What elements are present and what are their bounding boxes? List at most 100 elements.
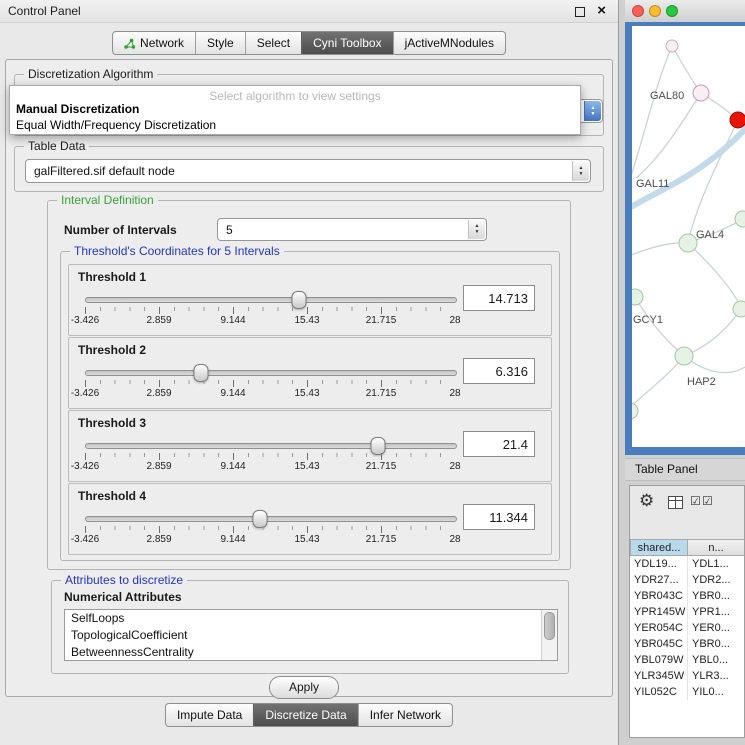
scrollbar-thumb[interactable] (544, 612, 555, 640)
tick-label: 28 (449, 461, 460, 472)
combo-stepper-icon[interactable]: ▲▼ (584, 101, 601, 121)
close-icon[interactable]: × (597, 2, 606, 19)
cell[interactable]: YDL19... (630, 556, 688, 572)
list-item[interactable]: SelfLoops (65, 610, 557, 627)
thresholds-group-title: Threshold's Coordinates for 5 Intervals (70, 244, 284, 258)
node-gal4[interactable] (679, 234, 697, 252)
cell[interactable]: YBL079W (630, 652, 688, 668)
minimize-traffic-light[interactable] (649, 5, 661, 17)
threshold-value-field[interactable]: 14.713 (463, 285, 535, 311)
combo-stepper-icon[interactable]: ▲▼ (468, 220, 485, 239)
table-row[interactable]: YBR045C YBR0... (630, 636, 744, 652)
tick-label: 2.859 (146, 461, 171, 472)
cell[interactable]: YLR3... (688, 668, 744, 684)
slider-track[interactable] (85, 297, 457, 303)
column-header-name[interactable]: n... (688, 539, 744, 556)
network-view-window: GAL80 GAL11 GAL4 GCY1 HAP2 (625, 0, 745, 455)
tab-discretize-data[interactable]: Discretize Data (253, 704, 357, 726)
checkbox-icon[interactable]: ☑ (702, 494, 713, 508)
tab-style[interactable]: Style (195, 32, 245, 54)
table-panel-header[interactable]: Table Panel (625, 458, 745, 481)
tab-select[interactable]: Select (245, 32, 301, 54)
tab-impute-data[interactable]: Impute Data (166, 704, 253, 726)
table-row[interactable]: YDL19... YDL1... (630, 556, 744, 572)
float-window-icon[interactable] (575, 7, 585, 17)
vertical-scrollbar[interactable] (541, 610, 557, 660)
table-row[interactable]: YLR345W YLR3... (630, 668, 744, 684)
node[interactable] (735, 211, 745, 227)
table-data-combobox[interactable]: galFiltered.sif default node ▲▼ (25, 159, 591, 183)
zoom-traffic-light[interactable] (666, 5, 678, 17)
column-browser-icon[interactable] (668, 496, 683, 509)
threshold-slider[interactable]: -3.426 2.859 9.144 15.43 21.715 28 (85, 297, 455, 325)
cell[interactable]: YBR043C (630, 588, 688, 604)
tick-label: -3.426 (71, 461, 99, 472)
tab-jactivemnodules[interactable]: jActiveMNodules (393, 32, 505, 54)
node-selected-red[interactable] (730, 112, 745, 128)
node-label: GAL80 (650, 90, 684, 102)
tick-label: 21.715 (366, 461, 397, 472)
tab-network[interactable]: Network (113, 32, 195, 54)
column-header-shared-name[interactable]: shared... (630, 539, 688, 556)
tick-label: -3.426 (71, 388, 99, 399)
number-of-intervals-combobox[interactable]: 5 ▲▼ (217, 218, 487, 241)
list-item[interactable]: TopologicalCoefficient (65, 627, 557, 644)
cell[interactable]: YLR345W (630, 668, 688, 684)
cell[interactable]: YER0... (688, 620, 744, 636)
cell[interactable]: YER054C (630, 620, 688, 636)
tick-label: -3.426 (71, 315, 99, 326)
table-row[interactable]: YBR043C YBR0... (630, 588, 744, 604)
threshold-slider[interactable]: -3.426 2.859 9.144 15.43 21.715 28 (85, 443, 455, 471)
apply-button[interactable]: Apply (269, 676, 339, 699)
numerical-attributes-list[interactable]: SelfLoops TopologicalCoefficient Between… (64, 609, 558, 661)
checkbox-icon[interactable]: ☑ (690, 494, 701, 508)
cell[interactable]: YDL1... (688, 556, 744, 572)
desktop: Control Panel × Network Style Select (0, 0, 745, 745)
threshold-value-field[interactable]: 11.344 (463, 504, 535, 530)
slider-ticks (85, 526, 455, 533)
tab-infer-network[interactable]: Infer Network (358, 704, 452, 726)
cell[interactable]: YBR0... (688, 636, 744, 652)
tab-cyni-toolbox[interactable]: Cyni Toolbox (301, 32, 392, 54)
slider-track[interactable] (85, 443, 457, 449)
close-traffic-light[interactable] (632, 5, 644, 17)
slider-track[interactable] (85, 516, 457, 522)
node-gcy1[interactable] (632, 289, 643, 305)
cell[interactable]: YBL0... (688, 652, 744, 668)
cell[interactable]: YPR145W (630, 604, 688, 620)
control-panel-titlebar[interactable]: Control Panel × (0, 0, 618, 23)
node-hap2[interactable] (675, 347, 693, 365)
cell[interactable]: YBR0... (688, 588, 744, 604)
dropdown-option-manual-discretization[interactable]: Manual Discretization (16, 102, 139, 116)
threshold-slider[interactable]: -3.426 2.859 9.144 15.43 21.715 28 (85, 516, 455, 544)
table-row[interactable]: YER054C YER0... (630, 620, 744, 636)
gear-icon[interactable]: ⚙ (639, 491, 654, 511)
table-row[interactable]: YIL052C YIL0... (630, 684, 744, 700)
threshold-value-field[interactable]: 21.4 (463, 431, 535, 457)
table-row[interactable]: YBL079W YBL0... (630, 652, 744, 668)
threshold-value-field[interactable]: 6.316 (463, 358, 535, 384)
cell[interactable]: YIL0... (688, 684, 744, 700)
network-canvas[interactable]: GAL80 GAL11 GAL4 GCY1 HAP2 (632, 26, 745, 447)
node[interactable] (632, 403, 638, 419)
cell[interactable]: YDR2... (688, 572, 744, 588)
node[interactable] (733, 301, 745, 317)
dropdown-option-equal-width-frequency[interactable]: Equal Width/Frequency Discretization (16, 118, 216, 132)
table-row[interactable]: YPR145W YPR1... (630, 604, 744, 620)
table-row[interactable]: YDR27... YDR2... (630, 572, 744, 588)
cell[interactable]: YBR045C (630, 636, 688, 652)
list-item[interactable]: BetweennessCentrality (65, 644, 557, 661)
node-gal80[interactable] (693, 85, 709, 101)
network-window-titlebar[interactable] (625, 0, 745, 23)
node-label: GCY1 (633, 314, 663, 326)
slider-ticks (85, 453, 455, 460)
threshold-slider[interactable]: -3.426 2.859 9.144 15.43 21.715 28 (85, 370, 455, 398)
cell[interactable]: YPR1... (688, 604, 744, 620)
cell[interactable]: YIL052C (630, 684, 688, 700)
node[interactable] (666, 40, 678, 52)
tick-label: 28 (449, 388, 460, 399)
slider-track[interactable] (85, 370, 457, 376)
cell[interactable]: YDR27... (630, 572, 688, 588)
combo-stepper-icon[interactable]: ▲▼ (572, 161, 589, 181)
cyni-toolbox-panel: Discretization Algorithm ▲▼ Select algor… (5, 59, 613, 697)
